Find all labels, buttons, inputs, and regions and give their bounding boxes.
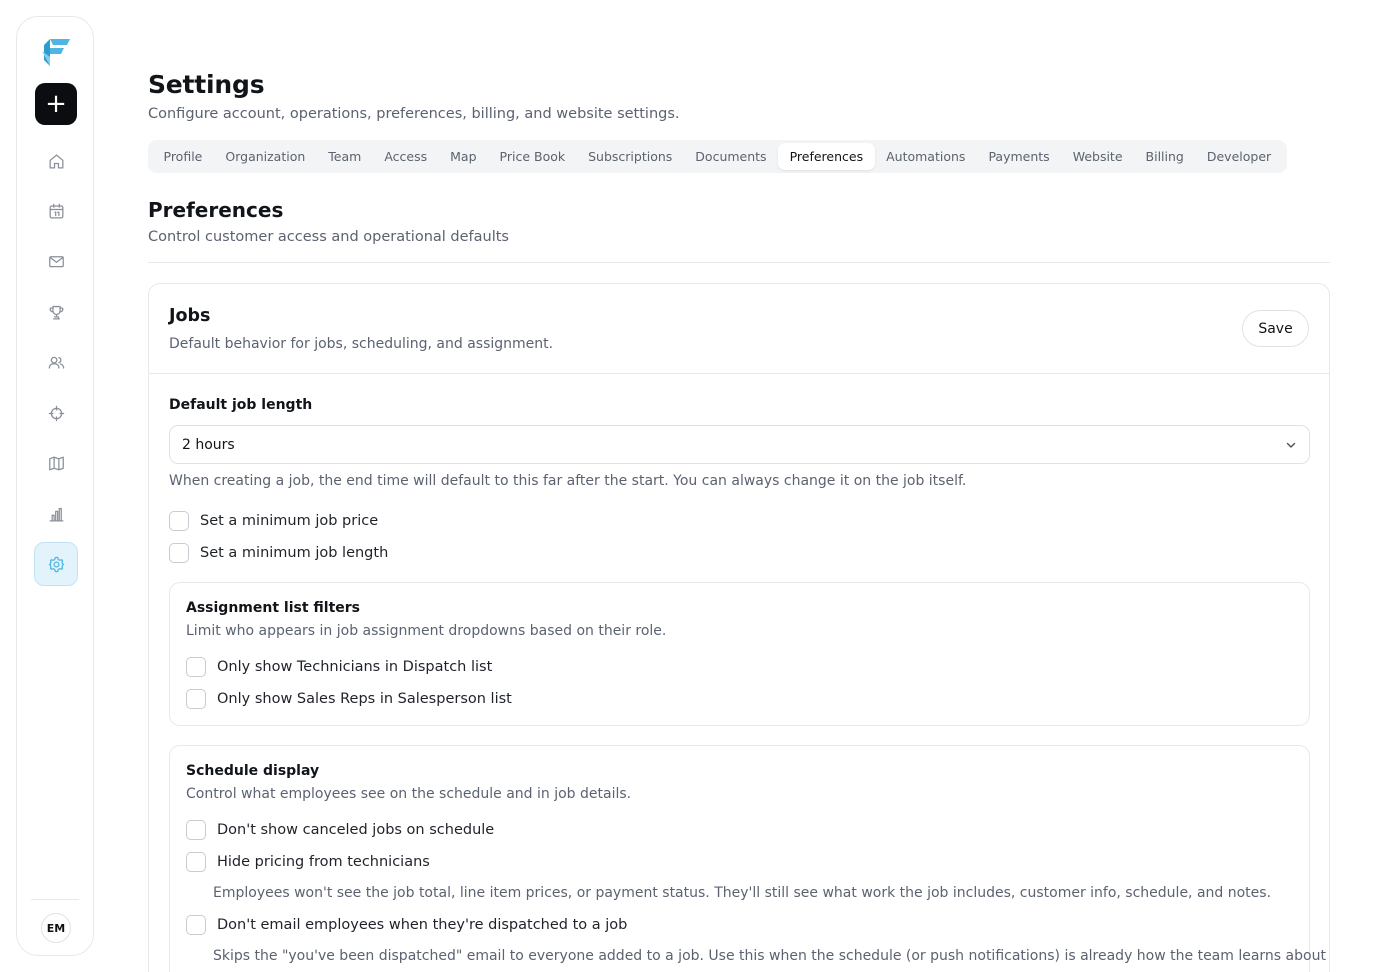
no-dispatch-email-label: Don't email employees when they're dispa… [217, 917, 628, 933]
chevron-down-icon [1286, 442, 1296, 448]
map-icon [48, 456, 64, 470]
min-job-length-checkbox[interactable] [169, 543, 189, 563]
technicians-only-checkbox[interactable] [186, 657, 206, 677]
bar-chart-icon [49, 507, 63, 521]
hide-pricing-checkbox[interactable] [186, 852, 206, 872]
hide-pricing-help: Employees won't see the job total, line … [213, 885, 1272, 901]
sales-reps-only-option[interactable]: Only show Sales Reps in Salesperson list [186, 689, 512, 709]
sales-reps-only-checkbox[interactable] [186, 689, 206, 709]
brand-logo-icon[interactable] [40, 35, 72, 69]
section-divider [148, 262, 1330, 263]
sidebar-item-dispatch[interactable] [34, 391, 78, 435]
section-title: Preferences [148, 198, 284, 222]
min-job-length-option[interactable]: Set a minimum job length [169, 543, 388, 563]
default-job-length-label: Default job length [169, 397, 313, 413]
tab-preferences[interactable]: Preferences [778, 143, 875, 170]
gear-icon [48, 556, 64, 572]
home-icon [49, 154, 63, 168]
assignment-filters-title: Assignment list filters [186, 600, 361, 616]
assignment-filters-panel: Assignment list filters Limit who appear… [169, 582, 1310, 726]
schedule-display-panel: Schedule display Control what employees … [169, 745, 1326, 972]
crosshair-icon [48, 405, 64, 421]
users-icon [48, 356, 64, 369]
no-dispatch-email-option[interactable]: Don't email employees when they're dispa… [186, 915, 627, 935]
plus-icon: + [45, 89, 67, 119]
tab-profile[interactable]: Profile [152, 143, 214, 170]
tab-automations[interactable]: Automations [875, 143, 977, 170]
page-subtitle: Configure account, operations, preferenc… [148, 106, 680, 122]
no-dispatch-email-checkbox[interactable] [186, 915, 206, 935]
hide-canceled-checkbox[interactable] [186, 820, 206, 840]
trophy-icon [49, 305, 63, 319]
settings-tabs: Profile Organization Team Access Map Pri… [148, 140, 1287, 173]
schedule-display-title: Schedule display [186, 763, 320, 779]
save-button[interactable]: Save [1242, 310, 1309, 347]
hide-pricing-option[interactable]: Hide pricing from technicians [186, 852, 430, 872]
default-job-length-value: 2 hours [182, 436, 235, 453]
hide-canceled-label: Don't show canceled jobs on schedule [217, 822, 495, 838]
jobs-card-subtitle: Default behavior for jobs, scheduling, a… [169, 336, 554, 352]
technicians-only-option[interactable]: Only show Technicians in Dispatch list [186, 657, 492, 677]
tab-documents[interactable]: Documents [684, 143, 778, 170]
min-job-price-label: Set a minimum job price [200, 513, 379, 529]
hide-canceled-option[interactable]: Don't show canceled jobs on schedule [186, 820, 494, 840]
calendar-icon [49, 203, 63, 218]
tab-billing[interactable]: Billing [1134, 143, 1195, 170]
sidebar: + EM [16, 16, 94, 956]
no-dispatch-email-help: Skips the "you've been dispatched" email… [213, 948, 1326, 964]
sidebar-item-achievements[interactable] [34, 290, 78, 334]
sidebar-item-home[interactable] [34, 139, 78, 183]
create-new-button[interactable]: + [35, 83, 77, 125]
jobs-card-title: Jobs [169, 306, 211, 326]
assignment-filters-description: Limit who appears in job assignment drop… [186, 623, 667, 639]
sidebar-item-map[interactable] [34, 441, 78, 485]
min-job-length-label: Set a minimum job length [200, 545, 389, 561]
tab-price-book[interactable]: Price Book [488, 143, 577, 170]
sidebar-item-schedule[interactable] [34, 189, 78, 233]
sidebar-item-customers[interactable] [34, 340, 78, 384]
tab-organization[interactable]: Organization [214, 143, 317, 170]
tab-website[interactable]: Website [1061, 143, 1134, 170]
default-job-length-help: When creating a job, the end time will d… [169, 473, 967, 489]
sidebar-item-reports[interactable] [34, 492, 78, 536]
technicians-only-label: Only show Technicians in Dispatch list [217, 659, 493, 675]
page-title: Settings [148, 70, 265, 99]
jobs-card: Jobs Default behavior for jobs, scheduli… [148, 283, 1330, 972]
mail-icon [48, 255, 64, 267]
sales-reps-only-label: Only show Sales Reps in Salesperson list [217, 691, 512, 707]
tab-access[interactable]: Access [373, 143, 439, 170]
hide-pricing-label: Hide pricing from technicians [217, 854, 430, 870]
min-job-price-option[interactable]: Set a minimum job price [169, 511, 378, 531]
jobs-card-header: Jobs Default behavior for jobs, scheduli… [149, 284, 1329, 374]
tab-subscriptions[interactable]: Subscriptions [577, 143, 684, 170]
min-job-price-checkbox[interactable] [169, 511, 189, 531]
tab-team[interactable]: Team [317, 143, 373, 170]
sidebar-divider [31, 899, 79, 900]
tab-developer[interactable]: Developer [1195, 143, 1282, 170]
sidebar-item-settings[interactable] [34, 542, 78, 586]
tab-map[interactable]: Map [439, 143, 488, 170]
section-subtitle: Control customer access and operational … [148, 229, 509, 245]
sidebar-item-messages[interactable] [34, 239, 78, 283]
tab-payments[interactable]: Payments [977, 143, 1061, 170]
schedule-display-description: Control what employees see on the schedu… [186, 786, 632, 802]
default-job-length-select[interactable]: 2 hours [169, 425, 1310, 464]
user-avatar[interactable]: EM [41, 913, 71, 943]
